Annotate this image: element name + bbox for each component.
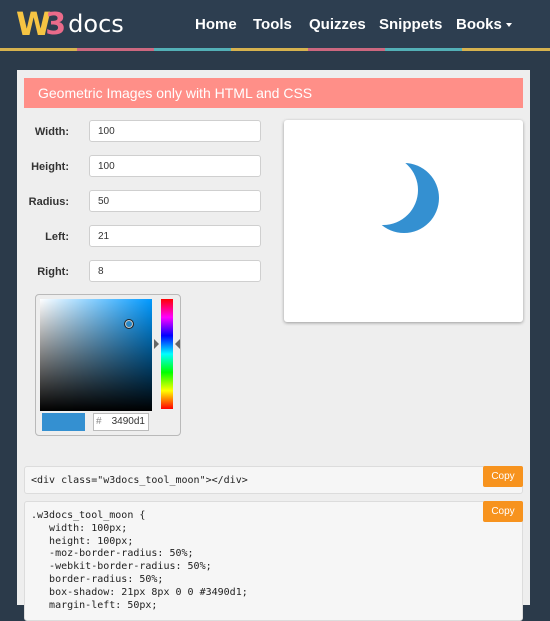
css-code-line: .w3docs_tool_moon { [31,510,146,521]
nav-item-quizzes[interactable]: Quizzes [309,16,366,33]
nav-item-books[interactable]: Books [456,16,512,33]
color-picker: # 3490d1 [35,294,181,436]
nav-item-tools[interactable]: Tools [253,16,292,33]
left-label: Left: [45,231,69,243]
right-input[interactable]: 8 [89,260,261,282]
width-input[interactable]: 100 [89,120,261,142]
html-code-box: <div class="w3docs_tool_moon"></div> [24,466,523,494]
tool-panel: Geometric Images only with HTML and CSS … [17,70,530,621]
moon-shape [348,155,418,225]
nav-item-snippets[interactable]: Snippets [379,16,442,33]
copy-html-button[interactable]: Copy [483,466,523,487]
nav-item-home[interactable]: Home [195,16,237,33]
logo-3: 3 [45,6,67,42]
radius-input[interactable]: 50 [89,190,261,212]
logo-docs: docs [68,10,124,38]
css-code: .w3docs_tool_moon { width: 100px; height… [31,510,248,612]
nav-color-stripe [0,48,550,51]
top-navbar: W 3 docs Home Tools Quizzes Snippets Boo… [0,0,550,51]
css-code-line: border-radius: 50%; [31,573,164,585]
html-code: <div class="w3docs_tool_moon"></div> [31,475,248,486]
left-input[interactable]: 21 [89,225,261,247]
nav-item-books-label: Books [456,16,502,33]
css-code-line: box-shadow: 21px 8px 0 0 #3490d1; [31,586,248,598]
css-code-line: width: 100px; [31,522,128,534]
css-code-line: -webkit-border-radius: 50%; [31,561,212,573]
height-label: Height: [31,161,69,173]
right-label: Right: [37,266,69,278]
css-code-line: -moz-border-radius: 50%; [31,548,194,560]
saturation-value-area[interactable] [40,299,152,411]
hex-value: 3490d1 [111,416,145,427]
css-code-line: margin-left: 50px; [31,599,158,611]
logo-w: W [16,5,51,43]
color-swatch [42,413,85,431]
hex-input[interactable]: # 3490d1 [93,413,149,431]
radius-label: Radius: [28,196,69,208]
color-picker-handle[interactable] [124,319,134,329]
copy-css-button[interactable]: Copy [483,501,523,522]
tool-title-banner: Geometric Images only with HTML and CSS [24,78,523,108]
chevron-down-icon [505,23,512,28]
width-label: Width: [34,126,69,138]
shape-preview [284,120,523,322]
css-code-line: height: 100px; [31,535,134,547]
hue-arrow-right-icon [175,339,180,349]
height-input[interactable]: 100 [89,155,261,177]
hue-slider[interactable] [161,299,173,409]
hue-arrow-left-icon [154,339,159,349]
css-code-box: .w3docs_tool_moon { width: 100px; height… [24,501,523,621]
w3docs-logo[interactable]: W 3 docs [16,5,124,43]
hex-hash: # [96,416,102,427]
